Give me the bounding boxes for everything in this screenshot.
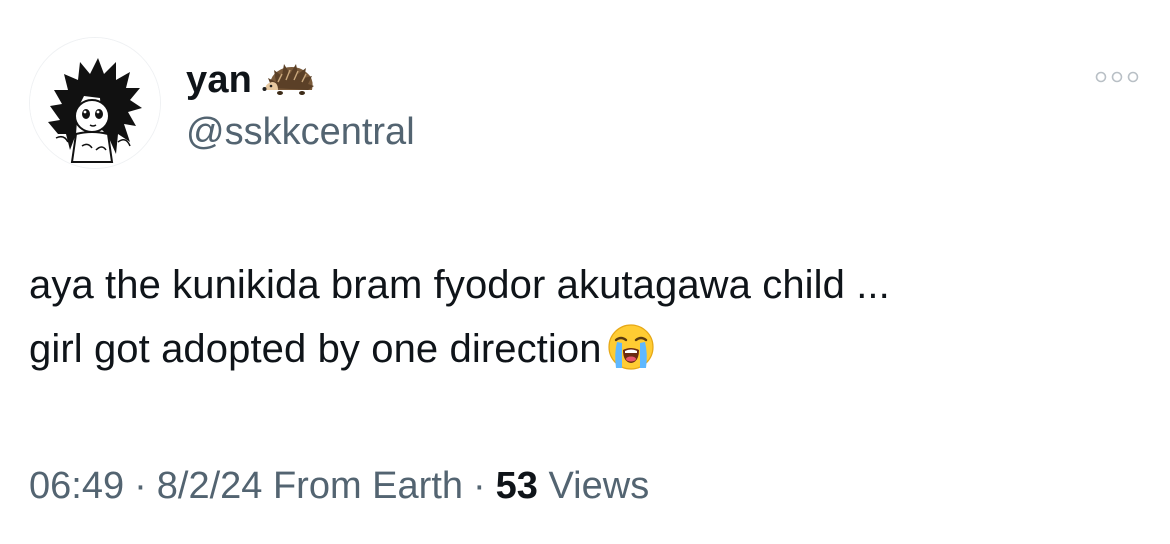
views-label[interactable]: Views [549, 465, 650, 507]
author-handle[interactable]: @sskkcentral [186, 108, 415, 156]
tweet-text: aya the kunikida bram fyodor akutagawa c… [29, 253, 1149, 381]
more-horizontal-icon [1095, 71, 1139, 83]
tweet-text-line-1: aya the kunikida bram fyodor akutagawa c… [29, 263, 890, 307]
loudly-crying-face-icon [606, 322, 656, 372]
tweet-source: From Earth [272, 465, 464, 507]
views-count[interactable]: 53 [496, 465, 538, 507]
hedgehog-icon [262, 60, 318, 100]
more-options-button[interactable] [1089, 59, 1145, 95]
tweet-timestamp-date[interactable]: 8/2/24 [157, 465, 263, 507]
tweet-text-line-2: girl got adopted by one direction [29, 317, 1149, 381]
tweet-timestamp-time[interactable]: 06:49 [29, 465, 124, 507]
anime-character-avatar-icon [30, 38, 160, 168]
tweet-card: yan @sskkcentral aya the kunikida bram f… [0, 0, 1170, 544]
tweet-text-line-2-text: girl got adopted by one direction [29, 327, 602, 371]
meta-separator: · [473, 465, 486, 507]
author-name-row[interactable]: yan [186, 56, 318, 104]
avatar[interactable] [29, 37, 161, 169]
author-display-name[interactable]: yan [186, 56, 252, 104]
tweet-meta: 06:49 · 8/2/24 From Earth · 53 Views [29, 460, 649, 512]
meta-separator: · [134, 465, 147, 507]
